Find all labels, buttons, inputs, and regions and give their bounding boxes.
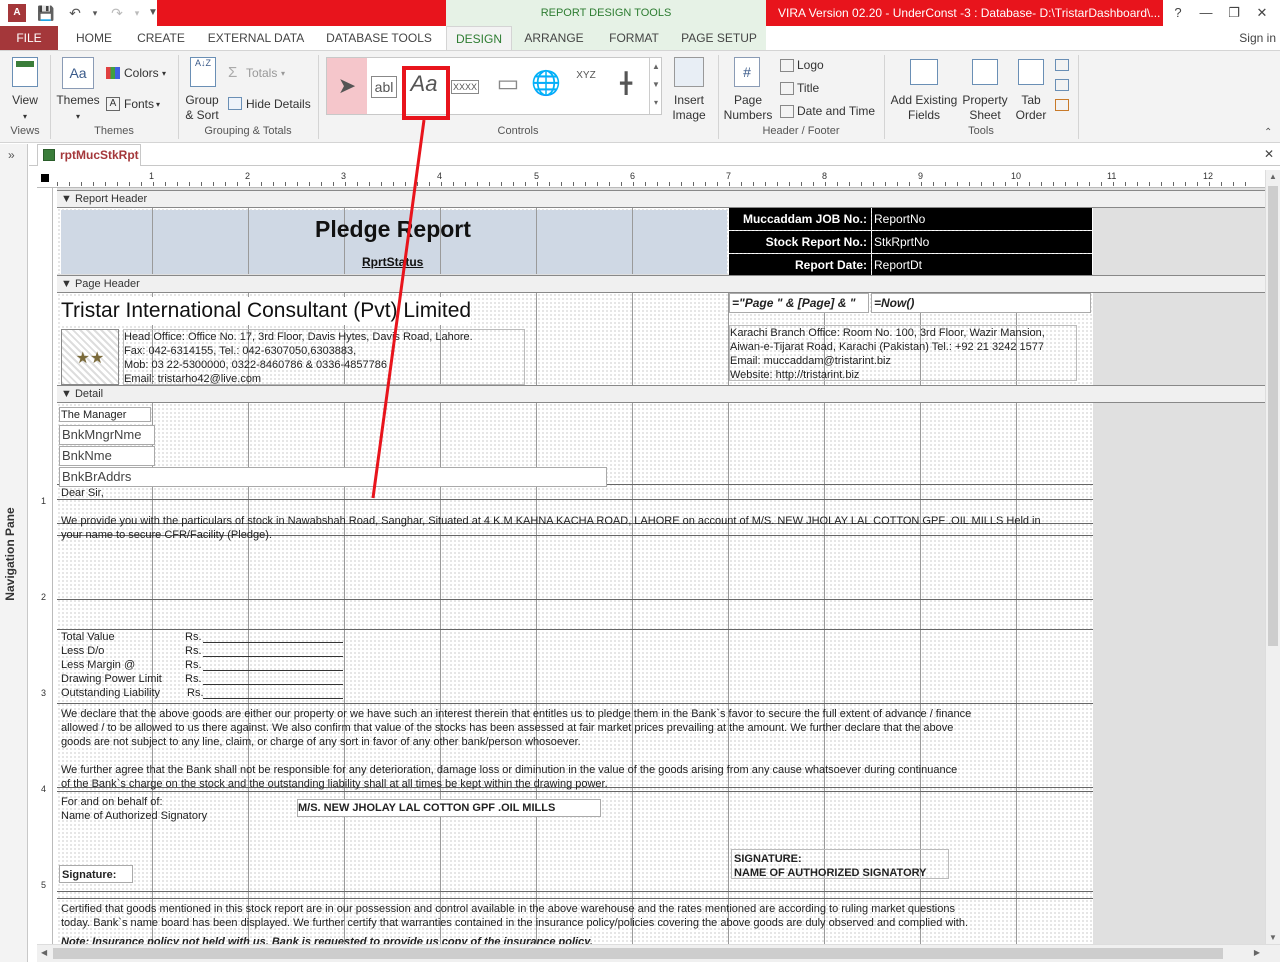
annotation-arrow <box>371 119 426 499</box>
label-control-highlight <box>402 66 450 120</box>
